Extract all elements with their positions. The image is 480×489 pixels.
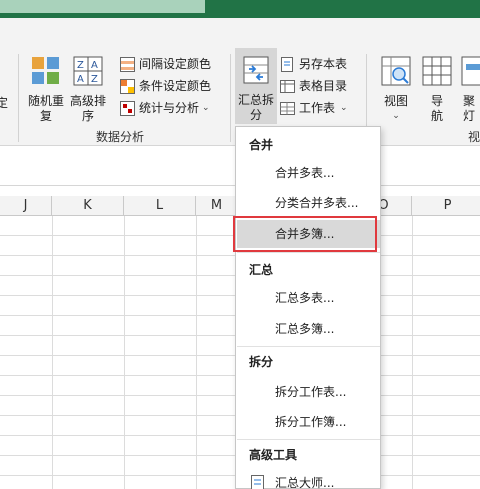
menu-item-summary-sheets[interactable]: 汇总多表... (237, 284, 380, 312)
menu-item-merge-sheets[interactable]: 合并多表... (237, 159, 380, 187)
table-directory-button[interactable]: 表格目录 (280, 76, 347, 96)
advanced-sort-label-2: 序 (81, 109, 94, 123)
summary-split-button[interactable]: 汇总拆 分 (235, 48, 277, 124)
column-header-p[interactable]: P (412, 196, 480, 216)
view-magnifier-icon (381, 56, 411, 86)
save-table-icon (281, 56, 293, 72)
menu-item-split-worksheet[interactable]: 拆分工作表... (237, 378, 380, 406)
table-directory-icon (280, 79, 295, 93)
random-grid-icon (32, 57, 59, 84)
interval-color-label: 间隔设定颜色 (139, 57, 212, 71)
menu-header-merge: 合并 (249, 138, 274, 152)
advanced-sort-label-1: 高级排 (69, 94, 106, 108)
stats-analysis-icon (120, 100, 135, 116)
navigate-label-1: 导 (430, 94, 443, 108)
condition-color-label: 条件设定颜色 (139, 79, 212, 93)
focus-light-icon (461, 56, 480, 86)
stats-analysis-button[interactable]: 统计与分析 ⌄ (120, 98, 210, 118)
title-bar (0, 0, 480, 18)
view-button[interactable]: 视图 ⌄ (376, 56, 416, 124)
worksheet-label: 工作表 (299, 101, 336, 115)
focus-label-1: 聚 (462, 94, 475, 108)
partial-left-label: 定 (0, 96, 8, 110)
ribbon-separator (18, 54, 19, 142)
menu-item-split-workbook[interactable]: 拆分工作簿... (237, 408, 380, 436)
summary-split-icon (243, 56, 269, 84)
svg-text:A: A (91, 60, 98, 71)
navigate-label-2: 航 (430, 109, 443, 123)
highlight-box (233, 216, 377, 252)
table-directory-label: 表格目录 (299, 79, 348, 93)
column-header-j[interactable]: J (0, 196, 52, 216)
worksheet-button[interactable]: 工作表 ⌄ (280, 98, 348, 118)
condition-color-icon (120, 78, 135, 94)
advanced-sort-button[interactable]: Z A A Z 高级排 序 (68, 56, 108, 124)
svg-text:Z: Z (91, 74, 98, 85)
focus-light-button[interactable]: 聚 灯 (458, 56, 480, 124)
partial-left-button[interactable]: 定 (0, 96, 10, 111)
random-repeat-button[interactable]: 随机重 复 (26, 56, 66, 124)
ribbon-separator (230, 54, 231, 142)
menu-header-summary: 汇总 (249, 263, 274, 277)
summary-split-menu: 合并 合并多表... 分类合并多表... 合并多簿... 汇总 汇总多表... … (235, 126, 381, 489)
save-table-label: 另存本表 (299, 57, 348, 71)
stats-analysis-label: 统计与分析 (139, 101, 200, 115)
summary-split-label-1: 汇总拆 (237, 93, 274, 107)
chevron-down-icon: ⌄ (202, 103, 210, 113)
random-repeat-label-1: 随机重 (27, 94, 64, 108)
menu-separator (237, 252, 380, 253)
navigate-grid-icon (422, 56, 452, 86)
random-repeat-label-2: 复 (39, 109, 52, 123)
condition-color-button[interactable]: 条件设定颜色 (120, 76, 211, 96)
svg-text:A: A (77, 74, 84, 85)
focus-label-2: 灯 (462, 109, 475, 123)
menu-item-summary-master[interactable]: 汇总大师... (237, 469, 380, 489)
summary-master-icon (251, 475, 264, 489)
chevron-down-icon: ⌄ (340, 103, 348, 113)
menu-header-split: 拆分 (249, 355, 274, 369)
active-tab-strip (0, 0, 205, 13)
view-label: 视图 (383, 94, 408, 108)
summary-split-label-2: 分 (249, 108, 262, 122)
menu-item-category-merge-sheets[interactable]: 分类合并多表... (237, 189, 380, 217)
menu-item-summary-workbooks[interactable]: 汇总多簿... (237, 315, 380, 343)
view-group-label: 视 (468, 130, 480, 144)
interval-color-icon (120, 56, 135, 72)
sort-az-icon: Z A A Z (73, 56, 103, 86)
chevron-down-icon: ⌄ (392, 111, 400, 121)
menu-separator (237, 346, 380, 347)
navigate-button[interactable]: 导 航 (420, 56, 454, 124)
worksheet-icon (280, 101, 295, 115)
column-header-l[interactable]: L (124, 196, 196, 216)
data-analysis-group-label: 数据分析 (96, 130, 145, 144)
interval-color-button[interactable]: 间隔设定颜色 (120, 54, 211, 74)
svg-text:Z: Z (77, 60, 84, 71)
summary-master-label: 汇总大师... (275, 476, 335, 489)
column-header-k[interactable]: K (52, 196, 124, 216)
save-table-button[interactable]: 另存本表 (280, 54, 347, 74)
menu-separator (237, 439, 380, 440)
menu-header-advanced-tools: 高级工具 (249, 448, 298, 462)
